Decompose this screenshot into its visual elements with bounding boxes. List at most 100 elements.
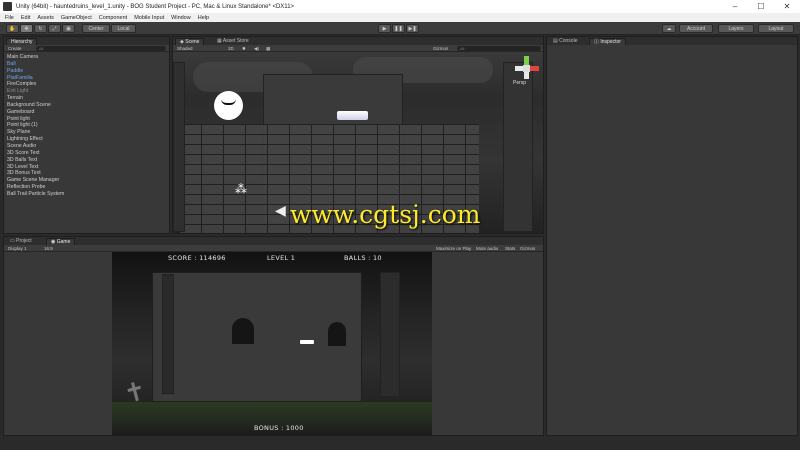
step-button[interactable]: ▶❚ xyxy=(406,24,419,33)
hierarchy-item[interactable]: 3D Bonus Text xyxy=(7,170,167,177)
menu-help[interactable]: Help xyxy=(198,15,209,21)
scale-icon: ⤢ xyxy=(52,25,57,32)
game-viewport[interactable]: ✝ SCORE : 114696 LEVEL 1 BALLS : 10 BONU… xyxy=(112,252,432,436)
mute-audio-toggle[interactable]: Mute audio xyxy=(476,246,498,251)
inspector-tabstrip: ▤ Console ⓘ Inspector xyxy=(547,37,797,45)
pivot-local-button[interactable]: Local xyxy=(111,24,136,33)
hierarchy-item[interactable]: Scene Audio xyxy=(7,143,167,150)
menu-mobile-input[interactable]: Mobile Input xyxy=(134,15,164,21)
pillar-left xyxy=(173,62,185,232)
rotate-tool-button[interactable]: ↻ xyxy=(34,24,47,33)
layout-label: Layout xyxy=(768,25,784,32)
gizmos-dropdown[interactable]: Gizmos xyxy=(433,46,448,51)
hierarchy-item[interactable]: Ball xyxy=(7,61,167,68)
move-tool-button[interactable]: ✥ xyxy=(20,24,33,33)
score-text: SCORE : 114696 xyxy=(168,254,226,262)
menu-gameobject[interactable]: GameObject xyxy=(61,15,92,21)
shading-dropdown[interactable]: Shaded xyxy=(177,46,193,51)
hierarchy-item[interactable]: FireComplex xyxy=(7,81,167,88)
hierarchy-subbar: Create All xyxy=(4,45,169,52)
menu-component[interactable]: Component xyxy=(99,15,127,21)
hierarchy-item[interactable]: 3D Level Text xyxy=(7,164,167,171)
hierarchy-item[interactable]: Game Scene Manager xyxy=(7,177,167,184)
inspector-panel: ▤ Console ⓘ Inspector xyxy=(546,36,798,436)
hierarchy-item[interactable]: Exit Light xyxy=(7,88,167,95)
hierarchy-item[interactable]: Sky Plane xyxy=(7,129,167,136)
hierarchy-item[interactable]: Paddle xyxy=(7,68,167,75)
tab-console[interactable]: ▤ Console xyxy=(549,38,581,45)
game-tabstrip: ▭ Project ◉ Game xyxy=(4,237,543,245)
level-text: LEVEL 1 xyxy=(267,254,296,262)
tab-inspector[interactable]: ⓘ Inspector xyxy=(589,38,626,45)
create-dropdown[interactable]: Create xyxy=(8,46,22,51)
menu-assets[interactable]: Assets xyxy=(37,15,54,21)
hand-tool-button[interactable]: ✋ xyxy=(6,24,19,33)
display-dropdown[interactable]: Display 1 xyxy=(8,246,27,251)
paddle-sprite[interactable] xyxy=(337,111,368,120)
tab-game[interactable]: ◉ Game xyxy=(46,238,76,245)
speaker-icon: ◀) xyxy=(254,46,259,51)
game-paddle xyxy=(300,340,314,344)
close-button[interactable]: ✕ xyxy=(774,2,800,11)
game-pillar-left xyxy=(162,274,174,394)
hierarchy-search-input[interactable]: All xyxy=(36,46,166,51)
game-window-arch xyxy=(328,322,346,346)
hierarchy-tabstrip: Hierarchy xyxy=(4,37,169,45)
pivot-center-button[interactable]: Center xyxy=(82,24,110,33)
layout-dropdown[interactable]: Layout xyxy=(758,24,794,33)
tab-scene[interactable]: ◈ Scene xyxy=(175,38,205,45)
hierarchy-item[interactable]: 3D Score Text xyxy=(7,150,167,157)
ball-sprite[interactable] xyxy=(214,91,243,120)
tab-hierarchy[interactable]: Hierarchy xyxy=(6,38,38,45)
scene-subbar: Shaded 2D ✹ ◀) ▩ Gizmos All xyxy=(173,45,543,52)
lighting-toggle[interactable]: ✹ xyxy=(242,46,246,51)
effects-toggle[interactable]: ▩ xyxy=(266,46,270,51)
hand-icon: ✋ xyxy=(9,25,16,32)
hierarchy-item[interactable]: Lightning Effect xyxy=(7,136,167,143)
menu-window[interactable]: Window xyxy=(171,15,191,21)
scene-orientation-gizmo[interactable]: Persp xyxy=(513,56,541,86)
rotate-icon: ↻ xyxy=(38,25,43,32)
maximize-on-play-toggle[interactable]: Maximize on Play xyxy=(436,246,471,251)
pillar-right xyxy=(503,62,533,232)
gizmo-center-cube xyxy=(523,65,530,72)
menu-file[interactable]: File xyxy=(5,15,14,21)
play-button[interactable]: ▶ xyxy=(378,24,391,33)
layers-dropdown[interactable]: Layers xyxy=(718,24,754,33)
hierarchy-item[interactable]: Main Camera xyxy=(7,54,167,61)
game-gizmos-dropdown[interactable]: Gizmos xyxy=(520,246,535,251)
aspect-dropdown[interactable]: 16:9 xyxy=(44,246,53,251)
2d-toggle[interactable]: 2D xyxy=(228,46,234,51)
unity-icon xyxy=(3,2,12,11)
rect-icon: ▣ xyxy=(66,25,71,32)
menu-edit[interactable]: Edit xyxy=(21,15,30,21)
hierarchy-list: Main Camera Ball Paddle PlatFamilia FireComp… xyxy=(7,54,167,198)
sun-icon: ✹ xyxy=(242,46,246,51)
cloud-button[interactable]: ☁ xyxy=(662,24,676,33)
maximize-button[interactable]: ☐ xyxy=(748,2,774,11)
tab-project[interactable]: ▭ Project xyxy=(6,238,36,245)
rect-tool-button[interactable]: ▣ xyxy=(62,24,75,33)
audio-toggle[interactable]: ◀) xyxy=(254,46,259,51)
ball-smile xyxy=(221,99,236,105)
scene-search-input[interactable]: All xyxy=(457,46,541,51)
hierarchy-item[interactable]: Point light xyxy=(7,116,167,123)
stats-toggle[interactable]: Stats xyxy=(505,246,515,251)
hierarchy-item[interactable]: Ball Trail Particle System xyxy=(7,191,167,198)
account-dropdown[interactable]: Account xyxy=(679,24,713,33)
bonus-text: BONUS : 1000 xyxy=(254,424,304,432)
gizmo-neg-y-axis xyxy=(524,72,529,79)
hierarchy-item[interactable]: Background Scene xyxy=(7,102,167,109)
hierarchy-item[interactable]: PlatFamilia xyxy=(7,75,167,82)
hierarchy-item[interactable]: Point light (1) xyxy=(7,122,167,129)
pause-button[interactable]: ❚❚ xyxy=(392,24,405,33)
scale-tool-button[interactable]: ⤢ xyxy=(48,24,61,33)
minimize-button[interactable]: – xyxy=(722,2,748,11)
scene-tabstrip: ◈ Scene ▦ Asset Store xyxy=(173,37,543,45)
hierarchy-item[interactable]: Reflection Probe xyxy=(7,184,167,191)
hierarchy-item[interactable]: Terrain xyxy=(7,95,167,102)
hierarchy-item[interactable]: Gameboard xyxy=(7,109,167,116)
hierarchy-item[interactable]: 3D Balls Text xyxy=(7,157,167,164)
tab-asset-store[interactable]: ▦ Asset Store xyxy=(213,38,253,45)
watermark-text: www.cgtsj.com xyxy=(290,200,481,229)
